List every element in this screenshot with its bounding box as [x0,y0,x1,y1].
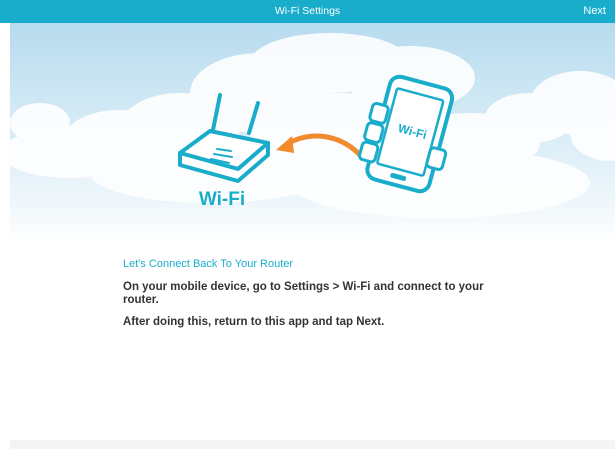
instruction-step-1: On your mobile device, go to Settings > … [123,281,484,306]
clouds-illustration: Wi-Fi Wi-Fi [10,33,615,218]
navigation-bar: Wi-Fi Settings Next [0,0,615,23]
hero-illustration: Wi-Fi Wi-Fi [10,23,615,245]
instructions: Let's Connect Back To Your Router On you… [123,258,503,338]
router-wifi-label: Wi-Fi [199,189,245,210]
instruction-step-2: After doing this, return to this app and… [123,316,385,328]
instructions-subtitle: Let's Connect Back To Your Router [123,258,294,270]
clouds [10,33,615,218]
bottom-edge [10,440,615,449]
page-title: Wi-Fi Settings [274,5,341,17]
next-button[interactable]: Next [583,0,606,23]
